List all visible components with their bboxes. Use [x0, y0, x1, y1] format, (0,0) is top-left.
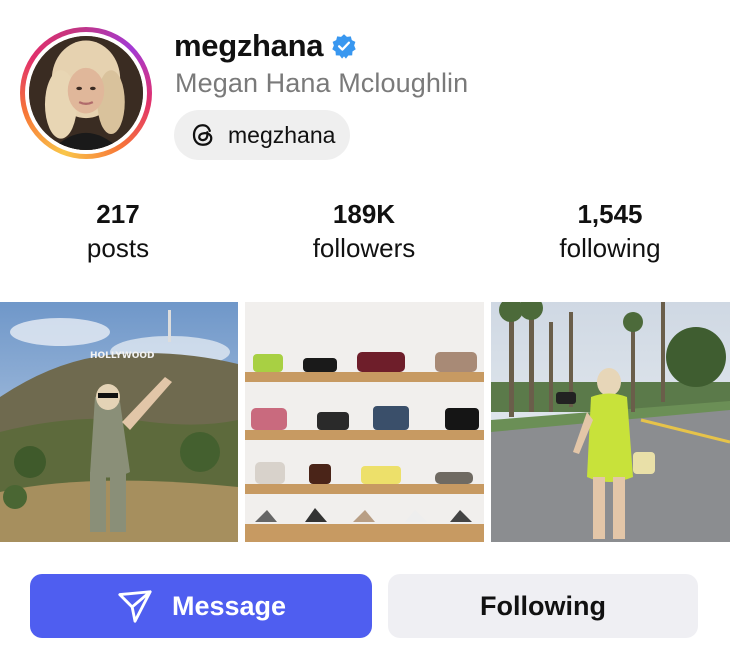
avatar-photo	[29, 36, 143, 150]
post-thumbnail-street[interactable]	[491, 302, 730, 542]
stat-following[interactable]: 1,545 following	[515, 198, 705, 266]
following-button-label: Following	[480, 590, 606, 621]
svg-text:HOLLYWOOD: HOLLYWOOD	[90, 351, 154, 361]
threads-handle: megzhana	[228, 121, 336, 148]
stat-posts[interactable]: 217 posts	[23, 198, 213, 266]
post-thumbnail-hollywood[interactable]: HOLLYWOOD	[0, 302, 238, 542]
full-name: Megan Hana Mcloughlin	[175, 68, 469, 98]
stat-label: followers	[312, 233, 416, 263]
post-thumbnail-handbags[interactable]	[245, 302, 484, 542]
username: megzhana	[174, 28, 324, 63]
stat-label: posts	[86, 233, 150, 263]
stat-value: 189K	[332, 199, 396, 229]
avatar-border	[25, 32, 147, 154]
message-button[interactable]: Message	[30, 574, 372, 638]
stat-label: following	[559, 233, 661, 263]
paper-plane-icon	[118, 590, 152, 623]
avatar[interactable]	[20, 27, 152, 159]
username-row: megzhana	[174, 28, 357, 64]
stat-value: 1,545	[577, 199, 643, 229]
stat-followers[interactable]: 189K followers	[269, 198, 459, 266]
message-button-label: Message	[171, 590, 287, 621]
post-grid: HOLLYWOOD	[0, 302, 730, 542]
threads-link[interactable]: megzhana	[174, 110, 351, 160]
verified-badge-icon	[332, 34, 356, 59]
threads-icon	[192, 124, 213, 146]
following-button[interactable]: Following	[388, 574, 698, 638]
stat-value: 217	[96, 199, 140, 229]
